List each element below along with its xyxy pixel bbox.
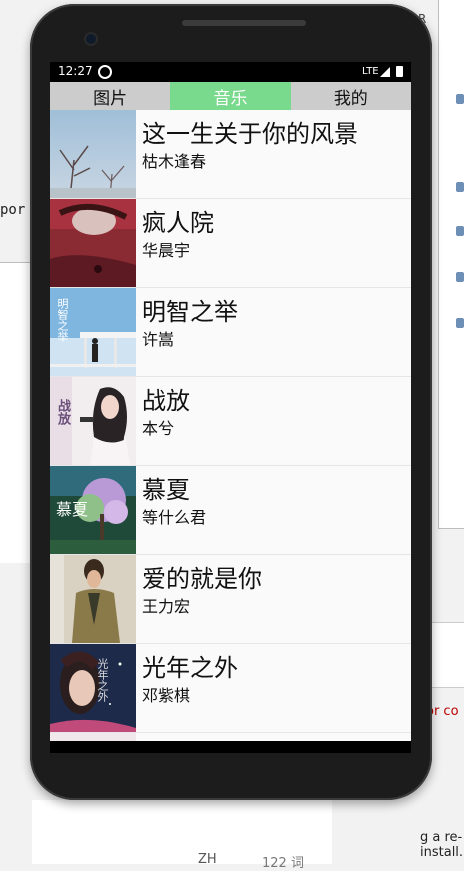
song-row[interactable]: 战放 战放 本兮 (50, 377, 411, 466)
word-count: 122 词 (262, 856, 304, 871)
album-cover: 光年之外 (50, 644, 136, 732)
album-cover (50, 733, 136, 741)
cover-caption: 光年之外 (96, 658, 109, 702)
ide-console-text: g a re-install. (420, 830, 464, 860)
ide-right-panel (438, 0, 464, 529)
app-screen: 12:27 LTE 图片 音乐 我的 这一生关于你的风景 枯木逢春 疯人院 华晨… (50, 62, 411, 753)
album-cover: 战放 (50, 377, 136, 465)
song-title: 疯人院 (142, 209, 214, 237)
album-cover: 慕夏 (50, 466, 136, 554)
song-artist: 许嵩 (142, 330, 175, 349)
network-type: LTE (362, 66, 379, 77)
song-title: 明智之举 (142, 298, 238, 326)
tab-mine[interactable]: 我的 (290, 82, 411, 110)
song-title: 爱的就是你 (142, 565, 262, 593)
song-row[interactable]: 疯人院 华晨宇 (50, 199, 411, 288)
ime-language-indicator[interactable]: ZH (198, 852, 217, 867)
ide-code-fragment: por (0, 202, 26, 218)
status-bar: 12:27 LTE (50, 62, 411, 82)
song-list: 这一生关于你的风景 枯木逢春 疯人院 华晨宇 明智之举 明智之举 许嵩 战放 战… (50, 110, 411, 741)
song-title: 这一生关于你的风景 (142, 120, 358, 148)
battery-icon (396, 66, 403, 77)
album-cover (50, 110, 136, 198)
cover-caption: 战放 (55, 399, 70, 425)
song-artist: 本兮 (142, 419, 175, 438)
ide-side-icon (456, 182, 464, 192)
song-artist: 枯木逢春 (142, 152, 207, 171)
song-title: 光年之外 (142, 654, 238, 682)
status-time: 12:27 (58, 64, 93, 78)
album-cover (50, 199, 136, 287)
system-nav-bar (50, 741, 411, 753)
song-row[interactable]: 慕夏 慕夏 等什么君 (50, 466, 411, 555)
tab-pictures[interactable]: 图片 (50, 82, 171, 110)
song-row[interactable] (50, 733, 411, 741)
song-artist: 邓紫棋 (142, 686, 191, 705)
front-camera (86, 34, 96, 44)
phone-speaker (182, 20, 306, 26)
album-cover: 明智之举 (50, 288, 136, 376)
tab-music[interactable]: 音乐 (170, 82, 291, 110)
ide-side-icon (456, 318, 464, 328)
song-title: 战放 (142, 387, 190, 415)
song-artist: 华晨宇 (142, 241, 191, 260)
song-row[interactable]: 爱的就是你 王力宏 (50, 555, 411, 644)
ide-side-icon (456, 226, 464, 236)
song-title: 慕夏 (142, 476, 190, 504)
album-cover (50, 555, 136, 643)
song-row[interactable]: 这一生关于你的风景 枯木逢春 (50, 110, 411, 199)
song-row[interactable]: 光年之外 光年之外 邓紫棋 (50, 644, 411, 733)
song-row[interactable]: 明智之举 明智之举 许嵩 (50, 288, 411, 377)
signal-icon (380, 67, 390, 77)
ide-side-icon (456, 272, 464, 282)
song-artist: 等什么君 (142, 508, 207, 527)
cover-caption: 慕夏 (56, 500, 89, 519)
sync-icon (98, 65, 112, 79)
ide-left-panel (0, 262, 31, 563)
cover-caption: 明智之举 (56, 298, 69, 342)
song-artist: 王力宏 (142, 597, 191, 616)
tab-bar: 图片 音乐 我的 (50, 82, 411, 110)
ide-side-icon (456, 94, 464, 104)
